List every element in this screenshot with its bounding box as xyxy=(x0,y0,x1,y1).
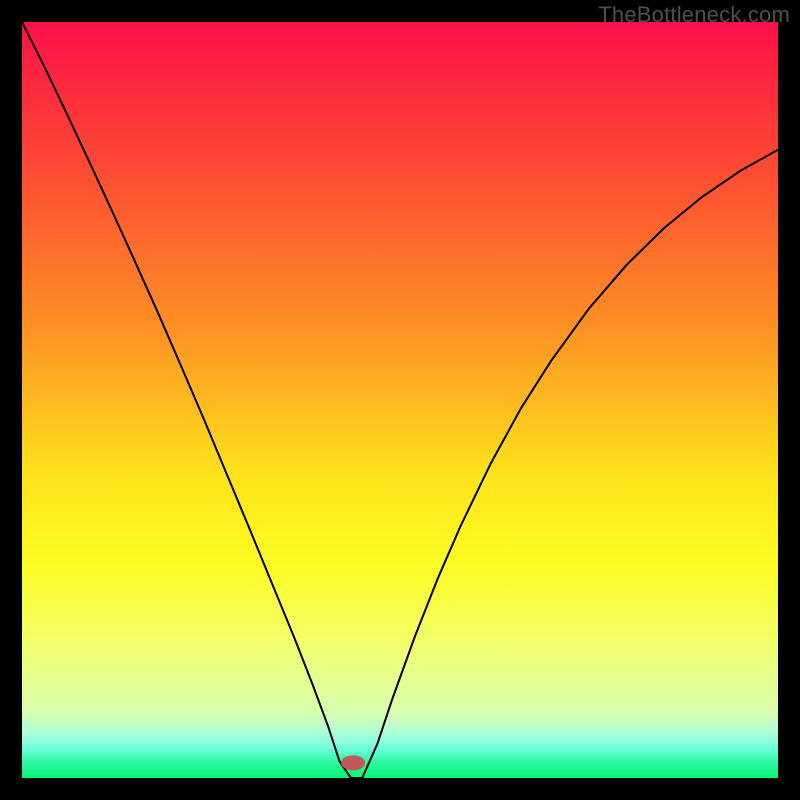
plot-area xyxy=(22,22,778,778)
optimal-marker xyxy=(341,755,365,770)
chart-frame: TheBottleneck.com xyxy=(0,0,800,800)
chart-svg xyxy=(22,22,778,778)
gradient-background xyxy=(22,22,778,778)
